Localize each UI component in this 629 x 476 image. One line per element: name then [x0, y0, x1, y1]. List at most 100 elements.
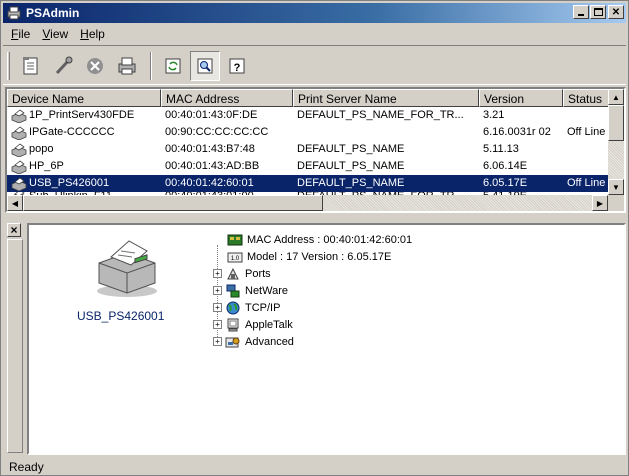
col-header-status[interactable]: Status	[563, 89, 613, 107]
device-property-tree[interactable]: MAC Address : 00:40:01:42:60:01 1.0 Mode…	[213, 231, 412, 350]
row-mac: 00:40:01:43:AD:BB	[165, 160, 260, 172]
tree-advanced-label: Advanced	[245, 335, 294, 348]
close-button[interactable]: ✕	[608, 5, 624, 19]
dock-strip	[7, 239, 23, 453]
large-printer-icon	[91, 237, 163, 299]
row-mac: 00:40:01:43:0F:DE	[165, 109, 258, 121]
expand-icon[interactable]: +	[213, 286, 222, 295]
scroll-up-button[interactable]: ▲	[608, 89, 624, 105]
maximize-button[interactable]	[590, 5, 606, 19]
tree-node-appletalk[interactable]: + AppleTalk	[213, 316, 412, 333]
menu-file[interactable]: File	[5, 25, 36, 43]
row-print-server-name: DEFAULT_PS_NAME	[297, 177, 405, 189]
tree-mac-label: MAC Address : 00:40:01:42:60:01	[247, 233, 413, 246]
device-name-label: USB_PS426001	[77, 309, 165, 323]
menu-view-accel: V	[42, 27, 51, 41]
pane-splitter[interactable]	[5, 215, 626, 221]
row-mac: 00:40:01:42:60:01	[165, 177, 254, 189]
tree-node-model[interactable]: 1.0 Model : 17 Version : 6.05.17E	[213, 248, 412, 265]
row-mac: 00:40:01:43:B7:48	[165, 143, 255, 155]
printer-icon	[11, 108, 27, 123]
advanced-settings-icon	[225, 335, 241, 349]
scroll-down-button[interactable]: ▼	[608, 179, 624, 195]
delete-icon	[87, 58, 103, 74]
tree-node-netware[interactable]: + NetWare	[213, 282, 412, 299]
model-chip-icon: 1.0	[227, 250, 243, 264]
row-status: Off Line	[567, 126, 606, 138]
expand-icon[interactable]: +	[213, 269, 222, 278]
tools-button[interactable]	[48, 51, 78, 81]
globe-icon	[225, 301, 241, 315]
toolbar-separator	[150, 52, 152, 80]
row-device-name: popo	[29, 143, 54, 155]
close-detail-pane-button[interactable]: ×	[7, 223, 21, 237]
col-header-device-name[interactable]: Device Name	[7, 89, 161, 107]
delete-button[interactable]	[80, 51, 110, 81]
col-header-print-server-name[interactable]: Print Server Name	[293, 89, 479, 107]
scroll-left-button[interactable]: ◀	[7, 195, 23, 211]
menu-view-label: iew	[50, 27, 69, 41]
tree-node-ports[interactable]: + Ports	[213, 265, 412, 282]
printer-app-icon[interactable]	[6, 6, 22, 20]
vertical-scrollbar[interactable]: ▲ ▼	[608, 89, 624, 195]
row-version: 6.05.17E	[483, 177, 528, 189]
printer-icon	[11, 176, 27, 191]
printer-icon	[118, 57, 136, 75]
network-card-icon	[227, 233, 243, 247]
menu-help[interactable]: Help	[74, 25, 111, 43]
table-row-selected[interactable]: USB_PS426001 00:40:01:42:60:01 DEFAULT_P…	[7, 175, 612, 192]
device-list[interactable]: Device Name MAC Address Print Server Nam…	[5, 87, 626, 213]
table-row[interactable]: 1P_PrintServ430FDE 00:40:01:43:0F:DE DEF…	[7, 107, 612, 124]
tree-node-tcpip[interactable]: + TCP/IP	[213, 299, 412, 316]
col-header-version[interactable]: Version	[479, 89, 563, 107]
menu-bar: File View Help	[5, 25, 111, 43]
menu-help-label: elp	[88, 27, 105, 41]
svg-text:1.0: 1.0	[231, 256, 240, 262]
horizontal-scrollbar[interactable]: ◀ ▶	[7, 195, 624, 211]
search-button[interactable]	[190, 51, 220, 81]
window-title: PSAdmin	[26, 6, 80, 20]
refresh-button[interactable]	[158, 51, 188, 81]
row-version: 3.21	[483, 109, 505, 121]
help-icon: ?	[229, 58, 245, 74]
horizontal-scroll-thumb[interactable]	[23, 195, 323, 211]
computer-icon	[225, 318, 241, 332]
expand-icon[interactable]: +	[213, 320, 222, 329]
title-bar[interactable]: PSAdmin ✕	[3, 3, 626, 23]
help-button[interactable]: ?	[222, 51, 252, 81]
expand-icon[interactable]: +	[213, 337, 222, 346]
row-device-name: 1P_PrintServ430FDE	[29, 109, 135, 121]
arrow-up-icon: ▲	[612, 92, 620, 102]
list-header: Device Name MAC Address Print Server Nam…	[7, 89, 613, 107]
scroll-right-button[interactable]: ▶	[592, 195, 608, 211]
row-version: 5.11.13	[483, 143, 519, 155]
table-row[interactable]: HP_6P 00:40:01:43:AD:BB DEFAULT_PS_NAME …	[7, 158, 612, 175]
table-row[interactable]: popo 00:40:01:43:B7:48 DEFAULT_PS_NAME 5…	[7, 141, 612, 158]
row-device-name: HP_6P	[29, 160, 64, 172]
tree-node-mac[interactable]: MAC Address : 00:40:01:42:60:01	[213, 231, 412, 248]
tree-ports-label: Ports	[245, 267, 271, 280]
table-row[interactable]: IPGate-CCCCCC 00:90:CC:CC:CC:CC 6.16.003…	[7, 124, 612, 141]
tree-node-advanced[interactable]: + Advanced	[213, 333, 412, 350]
minimize-button[interactable]	[573, 5, 589, 19]
toolbar-grip[interactable]	[7, 52, 10, 80]
row-status	[563, 141, 612, 158]
vertical-scroll-thumb[interactable]	[608, 105, 624, 141]
status-text: Ready	[9, 460, 44, 474]
row-status	[563, 158, 612, 175]
row-device-name: USB_PS426001	[29, 177, 110, 189]
col-header-mac-address[interactable]: MAC Address	[161, 89, 293, 107]
row-print-server-name	[293, 124, 479, 141]
expand-icon[interactable]: +	[213, 303, 222, 312]
printer-icon	[11, 159, 27, 174]
scroll-corner	[608, 195, 624, 211]
menu-file-label: ile	[18, 27, 31, 41]
list-rows: 1P_PrintServ430FDE 00:40:01:43:0F:DE DEF…	[7, 107, 612, 200]
properties-icon	[23, 57, 38, 75]
properties-button[interactable]	[16, 51, 46, 81]
row-status: Off Line	[567, 177, 606, 189]
menu-view[interactable]: View	[36, 25, 74, 43]
tree-appletalk-label: AppleTalk	[245, 318, 293, 331]
wrench-icon	[55, 56, 73, 75]
print-button[interactable]	[112, 51, 142, 81]
